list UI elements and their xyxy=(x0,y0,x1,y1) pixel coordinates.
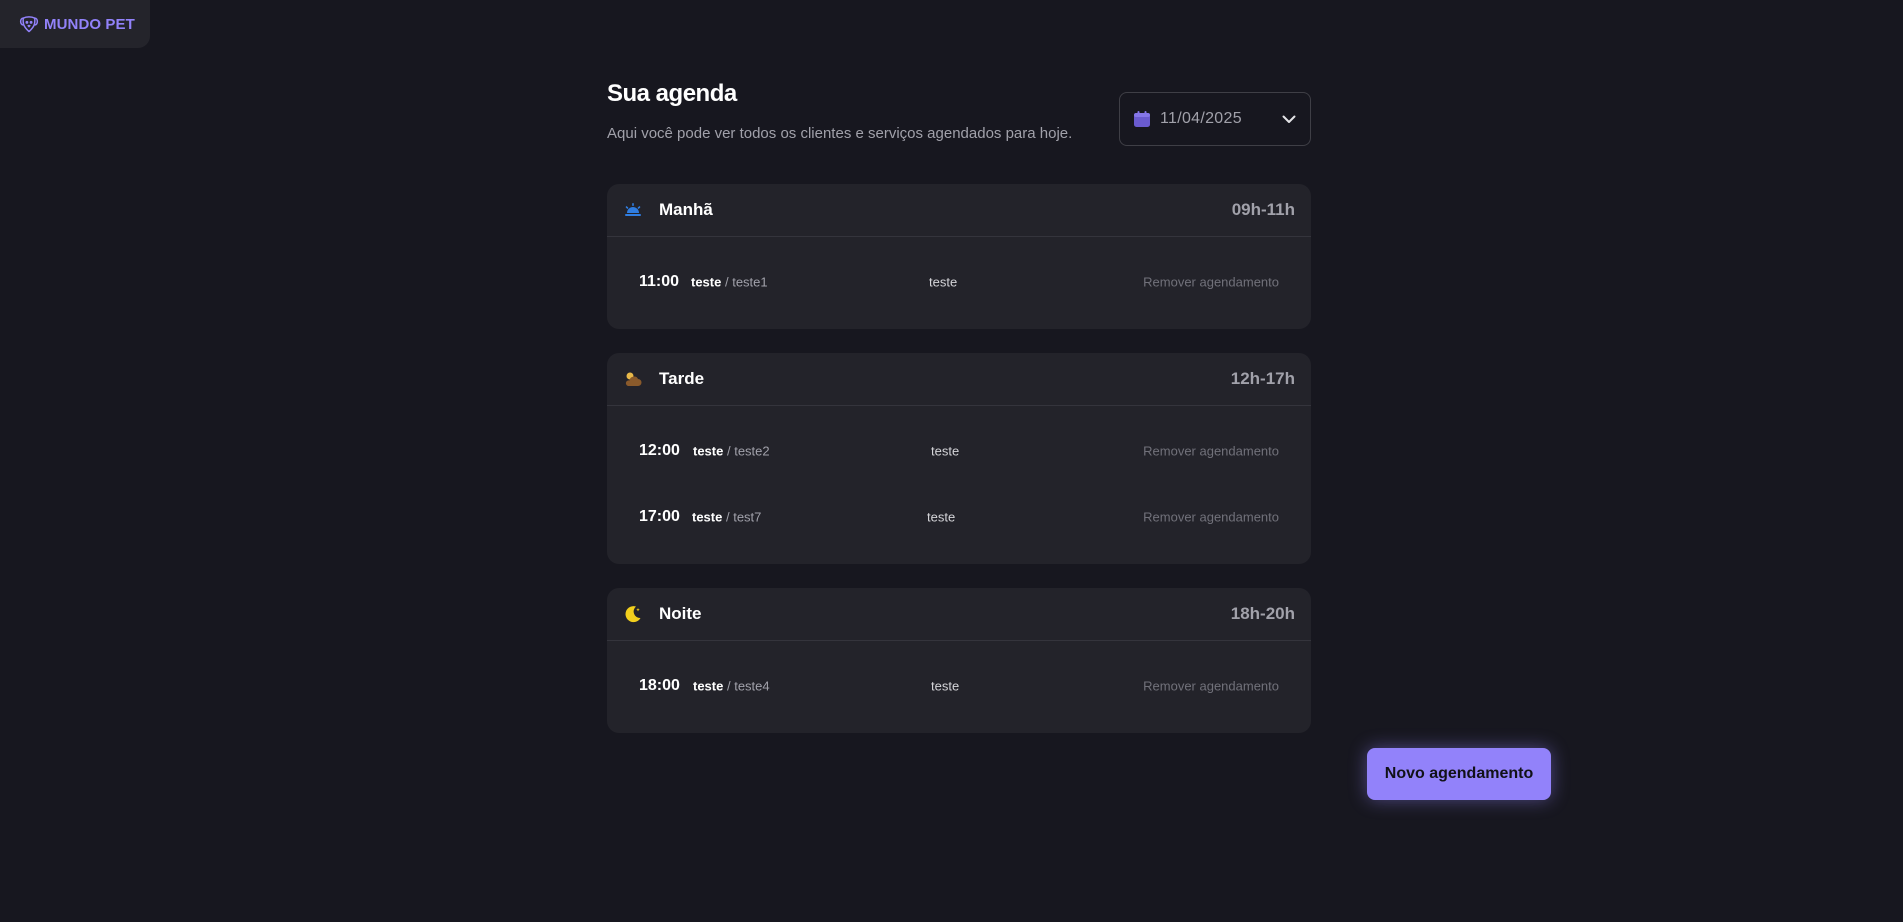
brand-name: MUNDO PET xyxy=(44,15,135,33)
owner-name: / teste4 xyxy=(726,678,770,694)
app-logo[interactable]: MUNDO PET xyxy=(0,0,150,48)
appointment-time: 17:00 xyxy=(639,508,680,525)
calendar-icon xyxy=(1134,111,1150,127)
appointment-time: 18:00 xyxy=(639,677,680,694)
pet-name: teste xyxy=(693,678,724,694)
period-name: Manhã xyxy=(659,200,713,219)
remove-appointment-button[interactable]: Remover agendamento xyxy=(1143,679,1279,694)
remove-appointment-button[interactable]: Remover agendamento xyxy=(1143,444,1279,459)
moon-icon xyxy=(625,606,641,623)
appointment-time: 12:00 xyxy=(639,442,680,459)
date-value: 11/04/2025 xyxy=(1160,110,1242,127)
appointment-client: teste / teste4 xyxy=(693,679,770,694)
period-afternoon: Tarde 12h-17h 12:00 teste / teste2 teste… xyxy=(607,353,1311,564)
owner-name: / test7 xyxy=(725,509,762,525)
chevron-down-icon xyxy=(1282,115,1296,123)
sunrise-icon xyxy=(625,203,641,216)
period-range: 09h-11h xyxy=(1231,200,1295,219)
period-header: Noite 18h-20h xyxy=(607,588,1311,641)
appointment-client: teste / test7 xyxy=(692,510,761,525)
dog-icon xyxy=(19,16,39,33)
period-night: Noite 18h-20h 18:00 teste / teste4 teste… xyxy=(607,588,1311,733)
appointment-time: 11:00 xyxy=(639,273,680,290)
appointment-client: teste / teste1 xyxy=(691,275,768,290)
pet-name: teste xyxy=(692,509,723,525)
period-range: 18h-20h xyxy=(1230,604,1295,623)
new-appointment-button[interactable]: Novo agendamento xyxy=(1367,748,1551,800)
remove-appointment-button[interactable]: Remover agendamento xyxy=(1143,275,1279,290)
appointment-list: 18:00 teste / teste4 teste Remover agend… xyxy=(607,641,1311,733)
period-name: Tarde xyxy=(659,369,705,388)
period-header: Tarde 12h-17h xyxy=(607,353,1311,406)
appointment-service: teste xyxy=(929,274,958,290)
period-range: 12h-17h xyxy=(1230,369,1295,388)
appointment-service: teste xyxy=(931,678,960,694)
appointment-row: 12:00 teste / teste2 teste Remover agend… xyxy=(639,418,1279,484)
owner-name: / teste1 xyxy=(724,274,768,290)
cloud-sun-icon xyxy=(625,372,642,386)
page-title: Sua agenda xyxy=(607,80,737,107)
schedule-header: Sua agenda Aqui você pode ver todos os c… xyxy=(607,80,1311,182)
appointment-row: 11:00 teste / teste1 teste Remover agend… xyxy=(639,249,1279,315)
owner-name: / teste2 xyxy=(726,443,770,459)
pet-name: teste xyxy=(693,443,724,459)
period-header: Manhã 09h-11h xyxy=(607,184,1311,237)
remove-appointment-button[interactable]: Remover agendamento xyxy=(1143,510,1279,525)
period-morning: Manhã 09h-11h 11:00 teste / teste1 teste… xyxy=(607,184,1311,329)
appointment-row: 17:00 teste / test7 teste Remover agenda… xyxy=(639,484,1279,550)
appointment-client: teste / teste2 xyxy=(693,444,770,459)
schedule-main: Sua agenda Aqui você pode ver todos os c… xyxy=(607,80,1311,757)
appointment-row: 18:00 teste / teste4 teste Remover agend… xyxy=(639,653,1279,719)
appointment-list: 11:00 teste / teste1 teste Remover agend… xyxy=(607,237,1311,329)
date-picker[interactable]: 11/04/2025 xyxy=(1119,92,1311,146)
appointment-service: teste xyxy=(931,443,960,459)
page-subtitle: Aqui você pode ver todos os clientes e s… xyxy=(607,125,1073,142)
appointment-service: teste xyxy=(927,509,956,525)
pet-name: teste xyxy=(691,274,722,290)
period-name: Noite xyxy=(659,604,702,623)
appointment-list: 12:00 teste / teste2 teste Remover agend… xyxy=(607,406,1311,564)
